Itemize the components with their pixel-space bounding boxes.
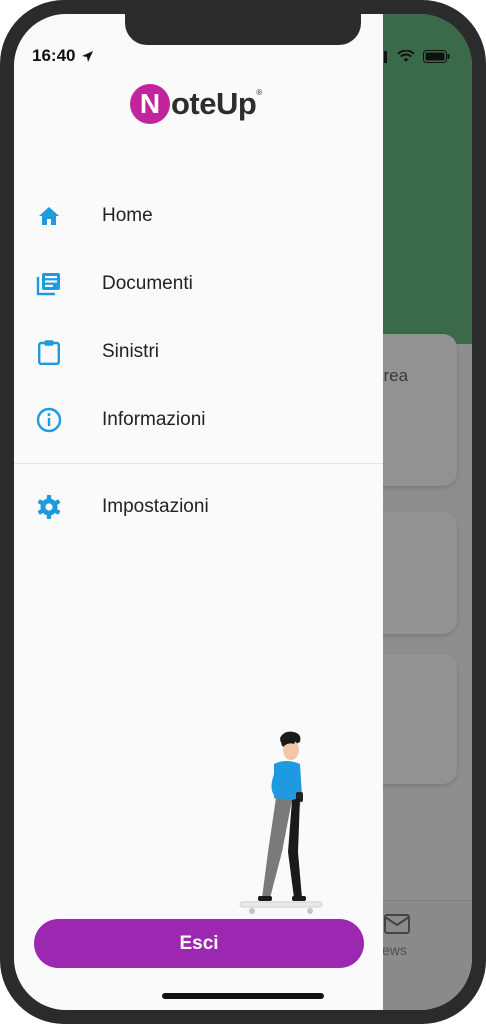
home-icon <box>35 202 63 230</box>
background-tab-label: ews <box>382 942 407 958</box>
status-time-text: 16:40 <box>32 46 76 65</box>
logo-text: oteUp <box>171 86 257 121</box>
location-arrow-icon <box>82 50 94 62</box>
home-indicator[interactable] <box>162 993 324 999</box>
device-notch <box>125 14 361 45</box>
drawer-item-label: Informazioni <box>102 409 206 430</box>
drawer-item-label: Impostazioni <box>102 496 209 517</box>
drawer-item-informazioni[interactable]: Informazioni <box>14 392 383 448</box>
screen: area ews 16:40 N oteUp ® Home Documenti … <box>14 14 472 1010</box>
phone-frame: area ews 16:40 N oteUp ® Home Documenti … <box>0 0 486 1024</box>
drawer-item-label: Home <box>102 205 153 226</box>
logo-registered: ® <box>256 88 263 97</box>
wifi-icon <box>397 50 415 62</box>
documents-icon <box>35 270 63 298</box>
mail-icon <box>384 914 410 934</box>
battery-icon <box>423 50 450 63</box>
clipboard-icon <box>35 338 63 366</box>
navigation-drawer: 16:40 N oteUp ® Home Documenti Sinistri … <box>14 14 383 1010</box>
logo-mark: N <box>130 84 170 124</box>
logout-button[interactable]: Esci <box>34 919 364 968</box>
drawer-item-impostazioni[interactable]: Impostazioni <box>14 479 383 535</box>
drawer-item-label: Sinistri <box>102 341 160 362</box>
status-time: 16:40 <box>32 46 94 66</box>
drawer-item-home[interactable]: Home <box>14 188 383 244</box>
drawer-item-documenti[interactable]: Documenti <box>14 256 383 312</box>
info-icon <box>35 406 63 434</box>
drawer-divider <box>14 463 383 464</box>
drawer-item-sinistri[interactable]: Sinistri <box>14 324 383 380</box>
drawer-item-label: Documenti <box>102 273 193 294</box>
skateboarder-illustration <box>239 731 323 914</box>
gear-icon <box>35 493 63 521</box>
noteup-logo: N oteUp ® <box>130 84 262 124</box>
